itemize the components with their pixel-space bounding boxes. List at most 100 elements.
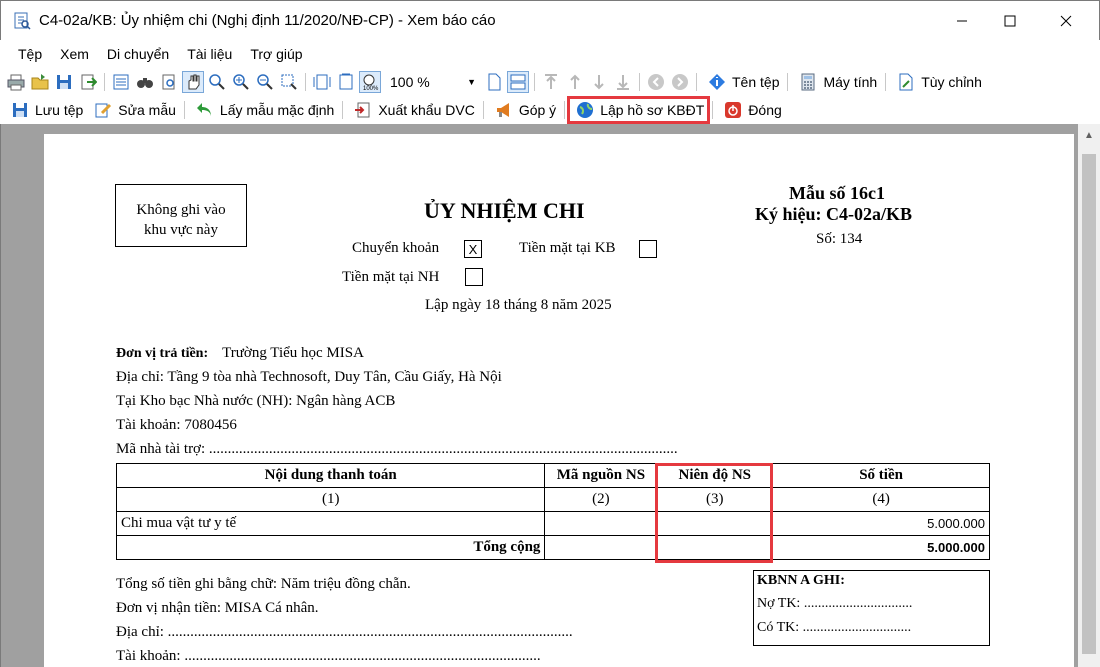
receiver-name: Đơn vị nhận tiền: MISA Cá nhân.	[116, 600, 319, 616]
close-report-button[interactable]: Đóng	[717, 98, 785, 122]
no-write-line-1: Không ghi vào	[136, 202, 226, 218]
export-icon[interactable]	[77, 71, 99, 93]
kbnn-box: KBNN A GHI: Nợ TK: .....................…	[753, 570, 990, 646]
total-amount: 5.000.000	[772, 535, 990, 560]
toolbar-separator	[712, 101, 714, 119]
payer-account: Tài khoản: 7080456	[116, 417, 237, 433]
payer-address: Địa chỉ: Tầng 9 tòa nhà Technosoft, Duy …	[116, 369, 502, 385]
column-number-row: (1) (2) (3) (4)	[115, 487, 990, 512]
back-icon[interactable]	[645, 71, 667, 93]
next-page-icon[interactable]	[588, 71, 610, 93]
edit-template-button[interactable]: Sửa mẫu	[87, 98, 180, 122]
scroll-up-icon[interactable]: ▲	[1078, 130, 1100, 141]
row-content: Chi mua vật tư y tế	[115, 511, 546, 536]
receiver-account: Tài khoản: .............................…	[116, 648, 541, 664]
feedback-button[interactable]: Góp ý	[488, 98, 560, 122]
column-number: (2)	[544, 487, 658, 512]
first-page-icon[interactable]	[540, 71, 562, 93]
forward-icon[interactable]	[669, 71, 691, 93]
cash-nh-label: Tiền mặt tại NH	[342, 269, 440, 285]
toolbar-separator	[564, 101, 566, 119]
zoom-in-icon[interactable]	[230, 71, 252, 93]
customize-button[interactable]: Tùy chỉnh	[890, 70, 986, 94]
highlight-year-column	[655, 463, 773, 563]
cash-nh-checkbox[interactable]	[465, 268, 483, 286]
table-header-row: Nội dung thanh toán Mã nguồn NS Niên độ …	[115, 463, 990, 488]
payer-line: Đơn vị trả tiền: Trường Tiểu học MISA	[116, 345, 364, 362]
save-icon	[9, 99, 31, 121]
export-dvc-button[interactable]: Xuất khẩu DVC	[347, 98, 479, 122]
minimize-button[interactable]	[939, 1, 985, 41]
column-header: Nội dung thanh toán	[115, 463, 546, 488]
last-page-icon[interactable]	[612, 71, 634, 93]
calculator-label: Máy tính	[823, 74, 878, 90]
cash-kb-checkbox[interactable]	[639, 240, 657, 258]
no-write-line-2: khu vực này	[144, 222, 218, 238]
create-kbdt-button[interactable]: Lập hồ sơ KBĐT	[567, 96, 711, 124]
svg-text:100%: 100%	[363, 86, 379, 91]
toolbar-separator	[104, 73, 105, 91]
toolbar-separator	[639, 73, 640, 91]
zoom-rectangle-icon[interactable]	[278, 71, 300, 93]
previous-page-icon[interactable]	[564, 71, 586, 93]
multi-page-icon[interactable]	[507, 71, 529, 93]
vertical-scrollbar[interactable]: ▲	[1078, 124, 1100, 667]
customize-label: Tùy chỉnh	[921, 74, 982, 90]
form-number: Mẫu số 16c1	[789, 183, 885, 203]
scrollbar-thumb[interactable]	[1082, 154, 1096, 654]
maximize-button[interactable]	[987, 1, 1033, 41]
document-title: ỦY NHIỆM CHI	[424, 198, 585, 223]
transfer-checkbox[interactable]: X	[464, 240, 482, 258]
hand-tool-icon[interactable]	[182, 71, 204, 93]
toolbar-separator	[183, 101, 185, 119]
save-icon[interactable]	[53, 71, 75, 93]
zoom-icon[interactable]	[206, 71, 228, 93]
fit-page-icon[interactable]	[311, 71, 333, 93]
calculator-button[interactable]: Máy tính	[792, 70, 881, 94]
payer-treasury: Tại Kho bạc Nhà nước (NH): Ngân hàng ACB	[116, 393, 396, 409]
total-source	[544, 535, 658, 560]
window-title: C4-02a/KB: Ủy nhiệm chi (Nghị định 11/20…	[39, 12, 496, 29]
close-window-button[interactable]	[1043, 1, 1089, 41]
default-template-button[interactable]: Lấy mẫu mặc định	[189, 98, 338, 122]
print-icon[interactable]	[5, 71, 27, 93]
menu-view[interactable]: Xem	[51, 46, 98, 62]
edit-template-label: Sửa mẫu	[118, 102, 176, 118]
toolbar-separator	[787, 73, 789, 91]
open-folder-icon[interactable]	[29, 71, 51, 93]
menu-help[interactable]: Trợ giúp	[241, 46, 311, 62]
toolbar-separator	[305, 73, 306, 91]
close-report-label: Đóng	[748, 102, 782, 118]
payer-value: Trường Tiểu học MISA	[222, 345, 364, 361]
row-source	[544, 511, 658, 536]
globe-icon	[574, 99, 596, 121]
dropdown-arrow-icon: ▼	[467, 77, 476, 87]
save-file-label: Lưu tệp	[35, 102, 84, 118]
save-file-button[interactable]: Lưu tệp	[4, 98, 87, 122]
report-page: Không ghi vào khu vực này ỦY NHIỆM CHI M…	[44, 134, 1074, 667]
single-page-icon[interactable]	[483, 71, 505, 93]
fit-width-icon[interactable]	[335, 71, 357, 93]
zoom-select[interactable]: 100 % ▼	[386, 71, 478, 93]
total-label: Tổng cộng	[115, 535, 546, 560]
file-name-button[interactable]: Tên tệp	[701, 70, 783, 94]
table-of-contents-icon[interactable]	[110, 71, 132, 93]
menu-document[interactable]: Tài liệu	[178, 46, 241, 62]
zoom-out-icon[interactable]	[254, 71, 276, 93]
actual-size-icon[interactable]: 100%	[359, 71, 381, 93]
kbnn-title: KBNN A GHI:	[757, 573, 845, 588]
menu-navigate[interactable]: Di chuyển	[98, 46, 178, 62]
menu-file[interactable]: Tệp	[8, 46, 51, 62]
find-in-page-icon[interactable]	[158, 71, 180, 93]
undo-arrow-icon	[194, 99, 216, 121]
zoom-value: 100 %	[390, 74, 430, 90]
default-template-label: Lấy mẫu mặc định	[219, 102, 335, 118]
calculator-icon	[797, 71, 819, 93]
find-binoculars-icon[interactable]	[134, 71, 156, 93]
cash-kb-label: Tiền mặt tại KB	[519, 240, 616, 256]
kbnn-debit: Nợ TK: ...............................	[757, 596, 913, 611]
menu-bar: Tệp Xem Di chuyển Tài liệu Trợ giúp	[0, 40, 1100, 68]
no-write-area: Không ghi vào khu vực này	[115, 184, 247, 247]
toolbar-separator	[342, 101, 344, 119]
export-dvc-label: Xuất khẩu DVC	[378, 102, 475, 118]
